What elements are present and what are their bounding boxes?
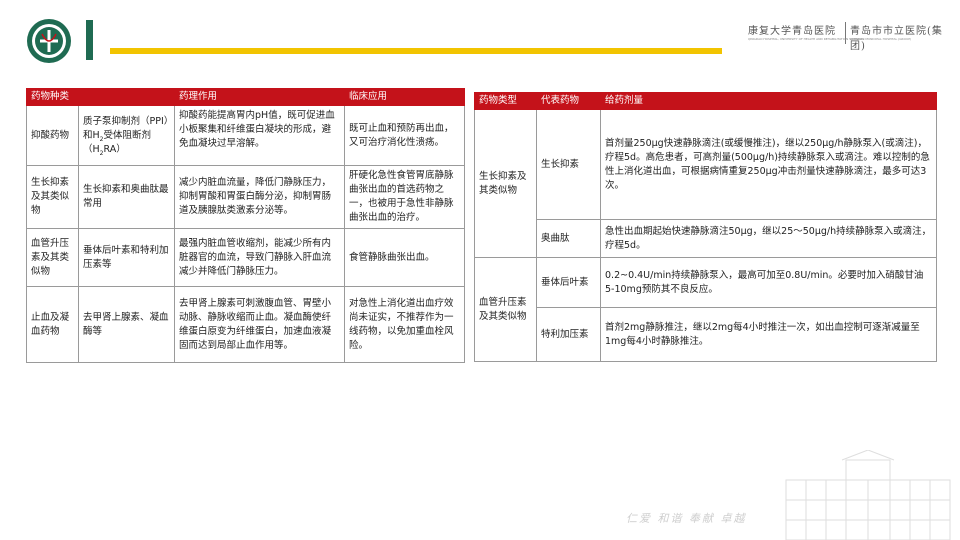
brand-main: 康复大学青岛医院 xyxy=(748,26,836,37)
dose-cell: 0.2~0.4U/min持续静脉泵入，最高可加至0.8U/min。必要时加入硝酸… xyxy=(600,257,937,308)
header-cell: 代表药物 xyxy=(536,92,601,110)
brand-secondary-en: QINGDAO MUNICIPAL HOSPITAL (GROUP) xyxy=(850,37,912,41)
table-row: 血管升压素及其类似物 垂体后叶素和特利加压素等 最强内脏血管收缩剂，能减少所有内… xyxy=(26,228,466,287)
building-watermark xyxy=(785,450,951,540)
drug-cell: 生长抑素和奥曲肽最常用 xyxy=(77,165,176,229)
table-row: 奥曲肽 急性出血期起始快速静脉滴注50μg，继以25～50μg/h持续静脉泵入或… xyxy=(475,219,937,258)
header-cell: 药理作用 xyxy=(174,88,346,106)
category-cell: 血管升压素及其类似物 xyxy=(26,228,79,287)
pharmacology-cell: 去甲肾上腺素可刺激腹血管、胃壁小动脉、静脉收缩而止血。凝血酶使纤维蛋白原变为纤维… xyxy=(174,286,346,363)
drug-cell: 去甲肾上腺素、凝血酶等 xyxy=(77,286,176,363)
drug-name-cell: 垂体后叶素 xyxy=(536,257,601,308)
clinical-cell: 既可止血和预防再出血，又可治疗消化性溃疡。 xyxy=(344,105,466,166)
clinical-cell: 肝硬化急性食管胃底静脉曲张出血的首选药物之一，也被用于急性非静脉曲张出血的治疗。 xyxy=(344,165,466,229)
drug-name-cell: 奥曲肽 xyxy=(536,219,601,258)
dose-cell: 首剂量250μg快速静脉滴注(或缓慢推注)，继以250μg/h静脉泵入(或滴注)… xyxy=(600,109,937,220)
table-header-row: 药物类型 代表药物 给药剂量 xyxy=(474,92,937,110)
header-underline xyxy=(110,48,722,54)
header-cell: 临床应用 xyxy=(344,88,466,106)
drug-mechanism-table: 药物种类 药理作用 临床应用 抑酸药物 质子泵抑制剂（PPI）和H2受体阻断剂（… xyxy=(25,88,466,363)
hospital-slogan: 仁爱 和谐 奉献 卓越 xyxy=(626,512,747,525)
clinical-cell: 对急性上消化道出血疗效尚未证实，不推荐作为一线药物，以免加重血栓风险。 xyxy=(344,286,466,363)
header-cell: 药物类型 xyxy=(474,92,537,110)
table-row: 特利加压素 首剂2mg静脉推注，继以2mg每4小时推注一次，如出血控制可逐渐减量… xyxy=(475,307,937,362)
drug-dosage-table: 药物类型 代表药物 给药剂量 生长抑素及其类似物 生长抑素 首剂量250μg快速… xyxy=(474,92,937,362)
header-accent-bar xyxy=(86,20,93,60)
header-cell: 给药剂量 xyxy=(600,92,937,110)
drug-name-cell: 特利加压素 xyxy=(536,307,601,362)
category-cell: 止血及凝血药物 xyxy=(26,286,79,363)
table-header-row: 药物种类 药理作用 临床应用 xyxy=(25,88,466,106)
drug-cell: 质子泵抑制剂（PPI）和H2受体阻断剂（H2RA） xyxy=(77,105,176,166)
type-cell: 生长抑素及其类似物 xyxy=(474,109,537,258)
table-row: 抑酸药物 质子泵抑制剂（PPI）和H2受体阻断剂（H2RA） 抑酸药能提高胃内p… xyxy=(26,105,466,166)
pharmacology-cell: 减少内脏血流量，降低门静脉压力，抑制胃酸和胃蛋白酶分泌，抑制胃肠道及胰腺肽类激素… xyxy=(174,165,346,229)
type-cell: 血管升压素及其类似物 xyxy=(474,257,537,362)
drug-name-cell: 生长抑素 xyxy=(536,109,601,220)
brand-main-en: QINGDAO HOSPITAL, UNIVERSITY OF HEALTH A… xyxy=(748,37,865,41)
category-cell: 生长抑素及其类似物 xyxy=(26,165,79,229)
category-cell: 抑酸药物 xyxy=(26,105,79,166)
pharmacology-cell: 最强内脏血管收缩剂，能减少所有内脏器官的血流，导致门静脉入肝血流减少并降低门静脉… xyxy=(174,228,346,287)
hospital-brand: 康复大学青岛医院 青岛市市立医院(集团) QINGDAO HOSPITAL, U… xyxy=(748,22,948,52)
drug-text: RA） xyxy=(103,143,126,155)
clinical-cell: 食管静脉曲张出血。 xyxy=(344,228,466,287)
pharmacology-cell: 抑酸药能提高胃内pH值，既可促进血小板聚集和纤维蛋白凝块的形成，避免血凝块过早溶… xyxy=(174,105,346,166)
dose-cell: 首剂2mg静脉推注，继以2mg每4小时推注一次，如出血控制可逐渐减量至1mg每4… xyxy=(600,307,937,362)
table-row: 生长抑素及其类似物 生长抑素和奥曲肽最常用 减少内脏血流量，降低门静脉压力，抑制… xyxy=(26,165,466,229)
header-cell: 药物种类 xyxy=(25,88,176,106)
table-row: 血管升压素及其类似物 垂体后叶素 0.2~0.4U/min持续静脉泵入，最高可加… xyxy=(474,257,937,362)
dose-cell: 急性出血期起始快速静脉滴注50μg，继以25～50μg/h持续静脉泵入或滴注，疗… xyxy=(600,219,937,258)
drug-cell: 垂体后叶素和特利加压素等 xyxy=(77,228,176,287)
table-row: 生长抑素及其类似物 生长抑素 首剂量250μg快速静脉滴注(或缓慢推注)，继以2… xyxy=(474,109,937,258)
hospital-logo xyxy=(27,19,71,63)
table-row: 止血及凝血药物 去甲肾上腺素、凝血酶等 去甲肾上腺素可刺激腹血管、胃壁小动脉、静… xyxy=(26,286,466,363)
